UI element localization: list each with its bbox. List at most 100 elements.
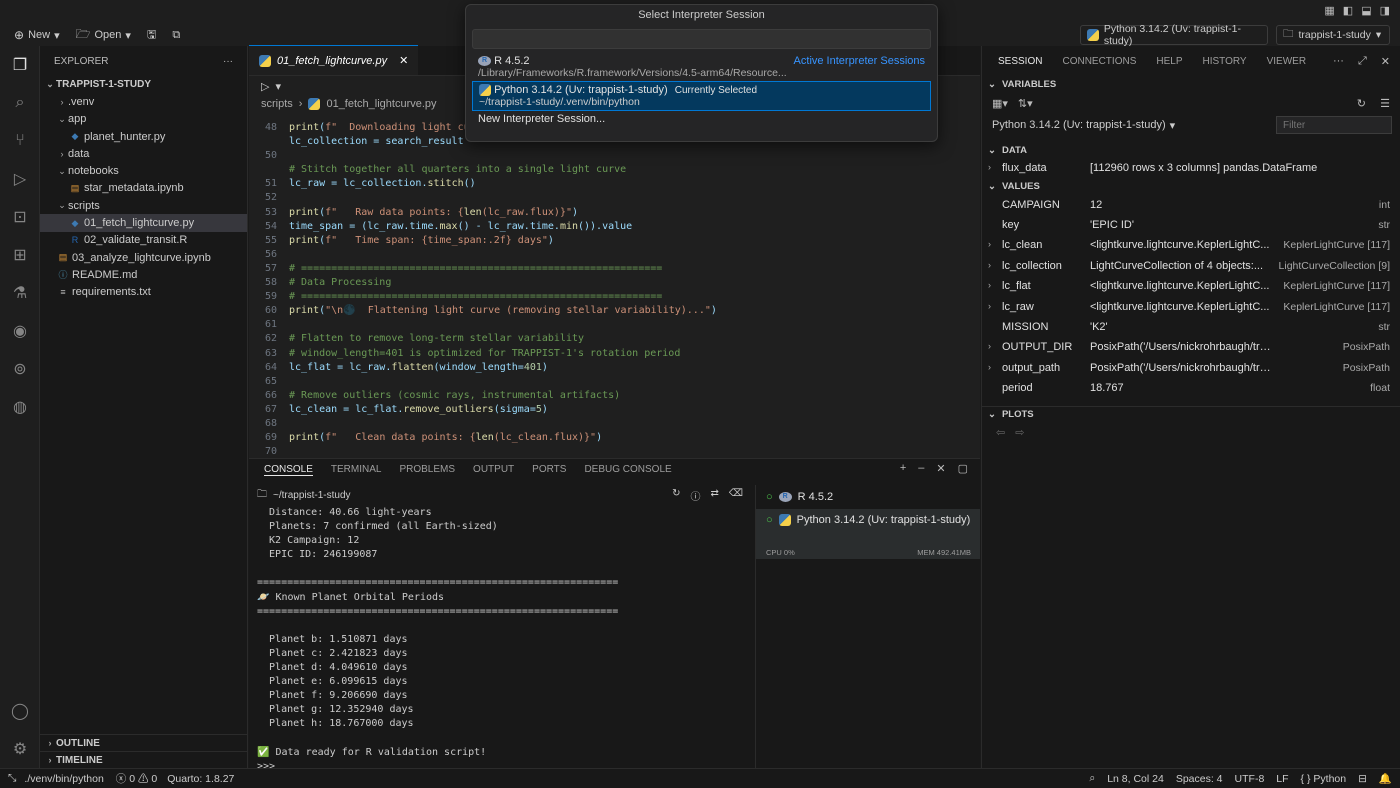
tree-file[interactable]: ▤ star_metadata.ipynb [40, 180, 247, 197]
collapse-icon[interactable]: ☰ [1380, 97, 1390, 110]
breadcrumb-file[interactable]: 01_fetch_lightcurve.py [326, 98, 436, 110]
tree-folder[interactable]: ⌄ app [40, 111, 247, 128]
values-section[interactable]: ⌄ VALUES [982, 178, 1400, 194]
tree-file[interactable]: ◆ planet_hunter.py [40, 128, 247, 145]
interpreter-dropdown[interactable]: Python 3.14.2 (Uv: trappist-1-study) [992, 119, 1166, 131]
quick-pick-input[interactable] [472, 29, 931, 49]
plots-section[interactable]: ⌄ PLOTS [982, 406, 1400, 422]
new-button[interactable]: ⊕ New ▾ [8, 25, 66, 45]
remote-icon[interactable]: ⤡ [0, 772, 24, 785]
console-output[interactable]: Distance: 40.66 light-years Planets: 7 c… [257, 507, 747, 775]
close-icon[interactable]: ✕ [399, 54, 408, 67]
encoding[interactable]: UTF-8 [1235, 773, 1265, 785]
panel-tab-console[interactable]: CONSOLE [264, 464, 313, 476]
session-python[interactable]: ○ Python 3.14.2 (Uv: trappist-1-study) CP… [756, 509, 980, 559]
assistant-icon[interactable]: ◍ [0, 388, 40, 426]
workspace-root[interactable]: ⌄ TRAPPIST-1-STUDY [40, 76, 247, 93]
quick-pick-item-python[interactable]: Python 3.14.2 (Uv: trappist-1-study) Cur… [472, 81, 931, 112]
tree-file[interactable]: ≡ requirements.txt [40, 284, 247, 301]
refresh-icon[interactable]: ↻ [1357, 97, 1366, 110]
panel-tab-debug-console[interactable]: DEBUG CONSOLE [584, 464, 671, 475]
python-env[interactable]: ./venv/bin/python [24, 773, 103, 785]
variable-row[interactable]: › lc_collection LightCurveCollection of 4 … [982, 256, 1400, 276]
tab-help[interactable]: HELP [1156, 56, 1182, 67]
language-mode[interactable]: { } Python [1301, 773, 1347, 785]
tab-connections[interactable]: CONNECTIONS [1062, 56, 1136, 67]
save-button[interactable]: 🖫 [141, 25, 162, 45]
minimize-icon[interactable]: – [918, 462, 924, 475]
variable-row[interactable]: CAMPAIGN 12 int [982, 194, 1400, 214]
variable-row[interactable]: › OUTPUT_DIR PosixPath('/Users/nickrohrbau… [982, 337, 1400, 357]
editor-tab[interactable]: 01_fetch_lightcurve.py ✕ [249, 45, 419, 75]
data-section[interactable]: ⌄ DATA [982, 142, 1400, 158]
more-actions-icon[interactable]: ··· [223, 56, 233, 67]
toggle-panel-icon[interactable]: ⬓ [1361, 4, 1371, 17]
panel-tab-terminal[interactable]: TERMINAL [331, 464, 382, 475]
indentation[interactable]: Spaces: 4 [1176, 773, 1223, 785]
problems-status[interactable]: ⓧ 0 ⚠ 0 [116, 771, 157, 786]
quick-pick-item-r[interactable]: R R 4.5.2 Active Interpreter Sessions /Li… [472, 53, 931, 81]
run-debug-icon[interactable]: ▷ [0, 160, 40, 198]
tree-file[interactable]: R 02_validate_transit.R [40, 232, 247, 249]
breadcrumb-folder[interactable]: scripts [261, 98, 293, 110]
tree-folder[interactable]: ⌄ notebooks [40, 162, 247, 179]
explorer-icon[interactable]: ❐ [0, 46, 40, 84]
panel-tab-output[interactable]: OUTPUT [473, 464, 514, 475]
bell-icon[interactable]: 🔔 [1379, 772, 1392, 785]
variable-row[interactable]: › flux_data [112960 rows x 3 columns] pand… [982, 158, 1400, 178]
clear-icon[interactable]: ⌫ [729, 488, 743, 503]
deploy-icon[interactable]: ⊚ [0, 350, 40, 388]
tree-folder[interactable]: › .venv [40, 93, 247, 110]
panel-tab-problems[interactable]: PROBLEMS [399, 464, 455, 475]
tab-viewer[interactable]: VIEWER [1267, 56, 1306, 67]
layout-icon[interactable]: ⊟ [1358, 773, 1367, 785]
line-ending[interactable]: LF [1276, 773, 1288, 785]
save-all-button[interactable]: ⧉ [166, 25, 186, 45]
close-icon[interactable]: ✕ [936, 462, 945, 475]
sort-icon[interactable]: ⇅▾ [1018, 97, 1033, 110]
session-r[interactable]: ○ R R 4.5.2 [756, 485, 980, 509]
more-actions-icon[interactable]: ··· [1333, 55, 1344, 68]
gear-icon[interactable]: ⚙ [0, 730, 40, 768]
info-icon[interactable]: ⓘ [690, 488, 700, 503]
zoom-icon[interactable]: ⌕ [1089, 772, 1095, 785]
back-arrow-icon[interactable]: ⇦ [996, 426, 1005, 439]
quarto-version[interactable]: Quarto: 1.8.27 [167, 773, 234, 785]
close-icon[interactable]: ✕ [1381, 55, 1390, 68]
code-editor[interactable]: 48 print(f" Downloading light curve data.… [249, 122, 980, 458]
source-control-icon[interactable]: ⑂ [0, 122, 40, 160]
open-button[interactable]: 🗁 Open ▾ [70, 25, 137, 45]
refresh-icon[interactable]: ⇄ [710, 488, 718, 503]
filter-input[interactable] [1276, 116, 1392, 134]
new-interpreter-session[interactable]: New Interpreter Session... [472, 111, 931, 127]
tree-file[interactable]: ◆ 01_fetch_lightcurve.py [40, 214, 247, 232]
add-icon[interactable]: + [900, 462, 906, 475]
timeline-section[interactable]: › TIMELINE [40, 751, 248, 768]
forward-arrow-icon[interactable]: ⇨ [1015, 426, 1024, 439]
interpreter-selector[interactable]: Python 3.14.2 (Uv: trappist-1-study) [1080, 23, 1268, 47]
variable-row[interactable]: › lc_clean <lightkurve.lightcurve.KeplerLi… [982, 235, 1400, 255]
variables-section[interactable]: ⌄ VARIABLES [982, 76, 1400, 92]
github-icon[interactable]: ◉ [0, 312, 40, 350]
testing-icon[interactable]: ⚗ [0, 274, 40, 312]
extensions-icon[interactable]: ⊞ [0, 236, 40, 274]
run-icon[interactable]: ▷ [261, 80, 269, 93]
toggle-secondary-sidebar-icon[interactable]: ◨ [1380, 4, 1390, 17]
variable-row[interactable]: › lc_raw <lightkurve.lightcurve.KeplerLigh… [982, 296, 1400, 316]
outline-section[interactable]: › OUTLINE [40, 734, 248, 751]
project-selector[interactable]: 🗀 trappist-1-study ▾ [1276, 25, 1390, 45]
variable-row[interactable]: period 18.767 float [982, 378, 1400, 398]
account-icon[interactable]: ◯ [0, 692, 40, 730]
chevron-down-icon[interactable]: ▾ [275, 80, 281, 93]
variable-row[interactable]: › lc_flat <lightkurve.lightcurve.KeplerLig… [982, 276, 1400, 296]
toggle-sidebar-icon[interactable]: ▦ [1324, 4, 1334, 17]
tree-folder[interactable]: ⌄ scripts [40, 197, 247, 214]
maximize-icon[interactable]: ⤢ [1358, 55, 1367, 68]
restart-icon[interactable]: ↻ [672, 488, 680, 503]
variable-row[interactable]: › output_path PosixPath('/Users/nickrohrba… [982, 358, 1400, 378]
tab-session[interactable]: SESSION [998, 56, 1042, 67]
remote-explorer-icon[interactable]: ⊡ [0, 198, 40, 236]
variable-row[interactable]: planet'h'str [982, 398, 1400, 402]
variable-row[interactable]: MISSION 'K2' str [982, 317, 1400, 337]
tab-history[interactable]: HISTORY [1203, 56, 1247, 67]
